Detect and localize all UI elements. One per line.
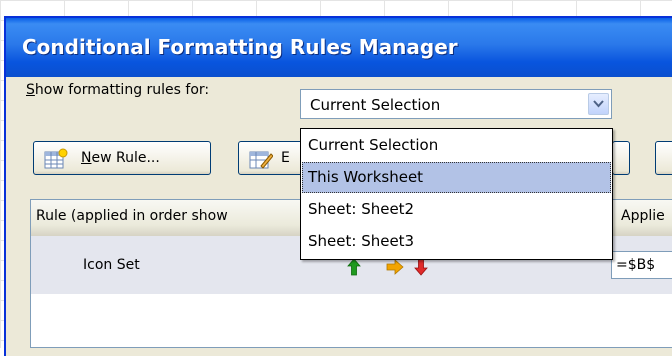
show-rules-combobox[interactable]: Current Selection: [300, 89, 612, 119]
dropdown-option-current-selection[interactable]: Current Selection: [302, 130, 611, 161]
edit-rule-label: E: [281, 150, 290, 166]
dropdown-option-this-worksheet[interactable]: This Worksheet: [302, 162, 611, 193]
show-rules-dropdown-list: Current Selection This Worksheet Sheet: …: [300, 128, 613, 260]
column-header-rule[interactable]: Rule (applied in order show: [36, 208, 228, 224]
dropdown-chevron-icon: [593, 100, 604, 108]
combobox-dropdown-button[interactable]: [588, 93, 609, 115]
rule-type: Icon Set: [83, 257, 140, 273]
show-rules-label: Show formatting rules for:: [26, 82, 210, 98]
applies-to-field[interactable]: =$B$: [611, 251, 672, 279]
new-rule-label: New Rule...: [81, 150, 160, 166]
combobox-value: Current Selection: [310, 96, 441, 114]
new-rule-icon: [44, 148, 68, 174]
new-rule-button[interactable]: New Rule...: [33, 141, 211, 175]
edit-rule-icon: [249, 148, 274, 174]
move-button-partial[interactable]: [655, 141, 672, 175]
dropdown-option-sheet3[interactable]: Sheet: Sheet3: [302, 226, 611, 257]
dropdown-option-sheet2[interactable]: Sheet: Sheet2: [302, 194, 611, 225]
title-bar[interactable]: Conditional Formatting Rules Manager: [6, 18, 672, 77]
dialog-title: Conditional Formatting Rules Manager: [22, 35, 458, 59]
delete-rule-button-partial[interactable]: [612, 141, 630, 175]
icon-set-arrows-icon: [347, 258, 467, 280]
column-header-applies-to[interactable]: Applie: [621, 208, 665, 224]
